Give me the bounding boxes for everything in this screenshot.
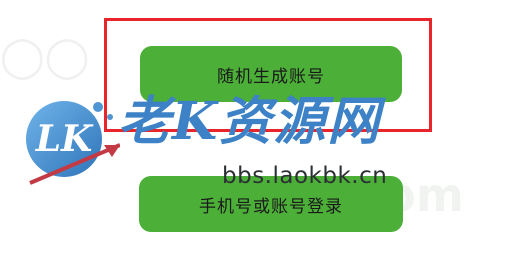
watermark-logo-dot [93,102,103,112]
phone-or-account-login-button-label: 手机号或账号登录 [199,196,343,217]
watermark-url: bbs.laokbk.cn [222,163,388,189]
watermark-logo-text: LK [35,118,94,160]
random-account-button-label: 随机生成账号 [217,66,325,87]
watermark-brand: 老K资源网 [118,91,382,152]
watermark-logo-dot-small [107,114,113,120]
watermark-logo: LK [26,101,120,185]
background-watermark-left: ◯◯ [0,34,90,80]
